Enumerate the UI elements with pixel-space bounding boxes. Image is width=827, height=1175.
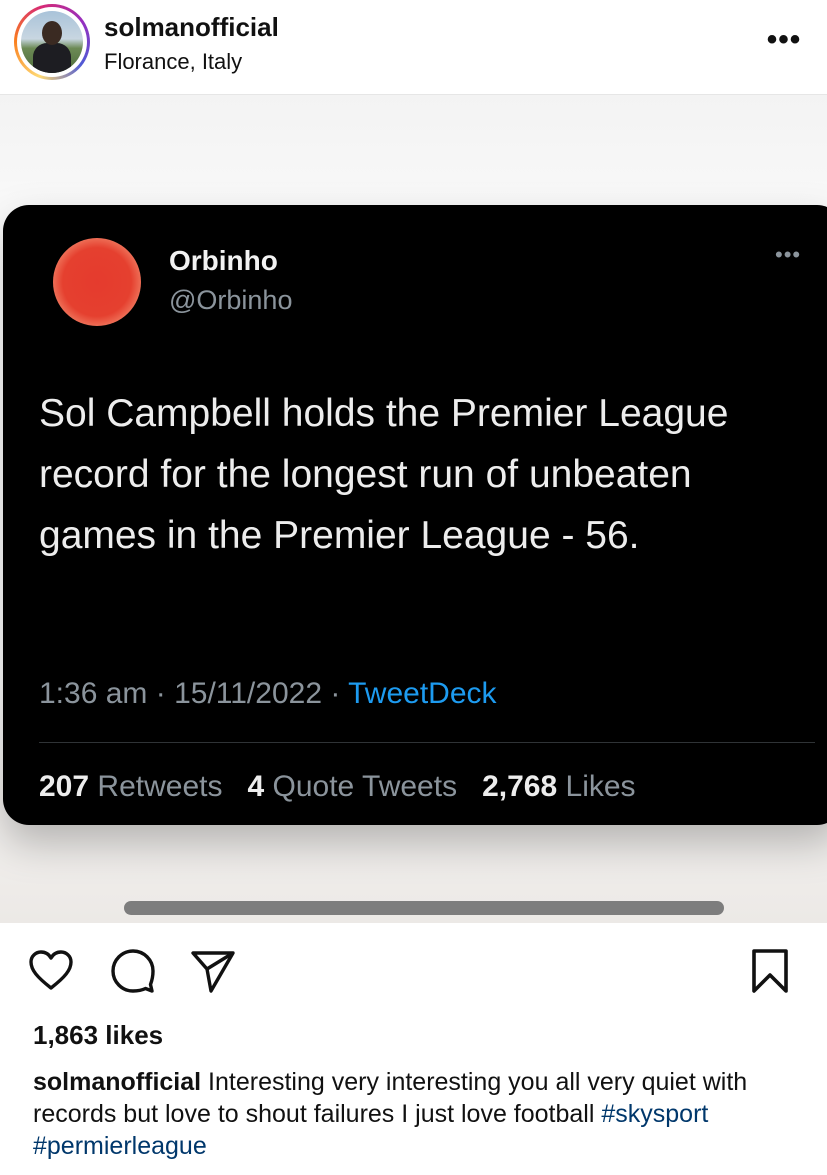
quotes-label: Quote Tweets [272,770,458,803]
hashtag-skysport[interactable]: #skysport [601,1100,708,1128]
tweet-author-handle: @Orbinho [169,285,293,315]
more-horizontal-icon[interactable]: ••• [766,25,802,55]
bookmark-icon[interactable] [746,947,794,995]
tweet-source: TweetDeck [348,677,497,710]
tweet-author-name: Orbinho [169,245,278,276]
share-icon[interactable] [189,947,237,995]
post-image[interactable]: Orbinho @Orbinho ••• Sol Campbell holds … [0,95,827,923]
tweet-divider [39,742,815,743]
hashtag-permierleague[interactable]: #permierleague [33,1132,207,1160]
retweets-label: Retweets [97,770,223,803]
horizontal-scrollbar[interactable] [124,901,724,915]
tweet-likes-label: Likes [565,770,636,803]
tweet-stats: 207 Retweets 4 Quote Tweets 2,768 Likes [39,770,636,804]
tweet-text: Sol Campbell holds the Premier League re… [39,392,729,557]
profile-avatar[interactable] [14,4,90,80]
caption-username[interactable]: solmanofficial [33,1068,201,1096]
post-header: solmanofficial Florance, Italy ••• [0,0,827,95]
action-bar [0,923,827,1019]
heart-icon[interactable] [27,947,75,995]
tweet-time: 1:36 am [39,677,148,710]
comment-icon[interactable] [109,947,157,995]
tweet-meta: 1:36 am · 15/11/2022 · TweetDeck [39,677,497,710]
tweet-avatar [53,238,141,326]
tweet-more-icon: ••• [775,242,802,267]
tweet-card: Orbinho @Orbinho ••• Sol Campbell holds … [3,205,827,825]
post-caption: solmanofficial Interesting very interest… [33,1066,803,1162]
post-username[interactable]: solmanofficial [104,12,279,43]
tweet-date: 15/11/2022 [174,677,322,710]
post-likes-count[interactable]: 1,863 likes [33,1020,163,1051]
tweet-likes-count: 2,768 [482,770,558,803]
quotes-count: 4 [247,770,265,803]
retweets-count: 207 [39,770,90,803]
post-location[interactable]: Florance, Italy [104,49,242,75]
avatar-photo [21,11,83,73]
